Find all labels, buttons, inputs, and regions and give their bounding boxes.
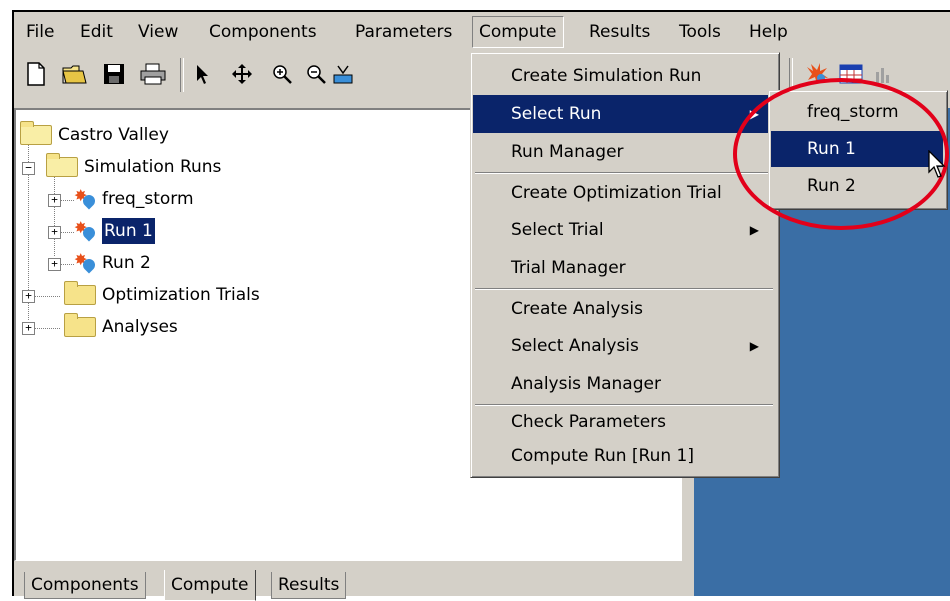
tree-run-label-selected: Run 1 xyxy=(102,218,155,244)
folder-open-icon xyxy=(46,153,78,177)
compute-dropdown-menu: Create Simulation Run Select Run ▶ Run Ma… xyxy=(470,52,780,478)
menu-file[interactable]: File xyxy=(20,19,60,45)
menu-item-label: Select Trial xyxy=(511,220,604,240)
tree-simulation-runs-label: Simulation Runs xyxy=(84,157,222,177)
toolbar-separator xyxy=(180,58,184,92)
menu-item-compute-run[interactable]: Compute Run [Run 1] xyxy=(473,437,775,475)
menu-item-check-parameters[interactable]: Check Parameters xyxy=(473,403,775,441)
save-icon[interactable] xyxy=(100,60,128,88)
expand-icon[interactable]: + xyxy=(48,226,61,239)
tree-optimization-trials[interactable]: Optimization Trials xyxy=(64,281,260,308)
tree-analyses[interactable]: Analyses xyxy=(64,313,178,340)
tree-run-label: freq_storm xyxy=(102,189,194,209)
tree-run-label: Run 2 xyxy=(102,253,151,273)
tab-components[interactable]: Components xyxy=(24,572,146,599)
menu-item-select-trial[interactable]: Select Trial ▶ xyxy=(473,211,775,249)
highlight-circle-annotation xyxy=(733,78,949,230)
menu-compute[interactable]: Compute xyxy=(472,16,564,48)
toolbar xyxy=(14,52,476,96)
menu-view[interactable]: View xyxy=(132,19,184,45)
menu-item-label: Create Analysis xyxy=(511,299,643,319)
submenu-arrow-icon: ▶ xyxy=(749,339,759,353)
menu-item-label: Create Simulation Run xyxy=(511,66,702,86)
menu-item-select-analysis[interactable]: Select Analysis ▶ xyxy=(473,327,775,365)
expand-icon[interactable]: + xyxy=(48,194,61,207)
menu-item-create-analysis[interactable]: Create Analysis xyxy=(473,290,775,328)
folder-closed-icon xyxy=(64,313,96,337)
menu-edit[interactable]: Edit xyxy=(74,19,119,45)
menu-components[interactable]: Components xyxy=(203,19,323,45)
new-file-icon[interactable] xyxy=(22,60,50,88)
menu-item-select-run[interactable]: Select Run ▶ xyxy=(473,95,775,133)
expand-icon[interactable]: + xyxy=(22,322,35,335)
tree-optimization-trials-label: Optimization Trials xyxy=(102,285,260,305)
menu-item-label: Run Manager xyxy=(511,142,624,162)
folder-closed-icon xyxy=(64,281,96,305)
expand-icon[interactable]: + xyxy=(22,290,35,303)
pan-move-icon[interactable] xyxy=(228,60,256,88)
tree-simulation-runs[interactable]: Simulation Runs xyxy=(46,153,222,180)
menu-item-create-simulation-run[interactable]: Create Simulation Run xyxy=(473,57,775,95)
tree-run-run-1[interactable]: ✸ Run 1 xyxy=(74,218,155,244)
submenu-arrow-icon: ▶ xyxy=(749,223,759,237)
menu-item-label: Select Analysis xyxy=(511,336,639,356)
menu-parameters[interactable]: Parameters xyxy=(349,19,458,45)
menu-item-label: Trial Manager xyxy=(511,258,626,278)
tab-results[interactable]: Results xyxy=(271,572,347,599)
menu-item-trial-manager[interactable]: Trial Manager xyxy=(473,249,775,287)
simulation-run-icon: ✸ xyxy=(74,252,98,274)
expand-icon[interactable]: + xyxy=(48,258,61,271)
menu-item-analysis-manager[interactable]: Analysis Manager xyxy=(473,365,775,403)
menu-help[interactable]: Help xyxy=(743,19,794,45)
menu-item-label: Select Run xyxy=(511,104,602,124)
mouse-cursor-icon xyxy=(928,149,948,185)
menu-results[interactable]: Results xyxy=(583,19,656,45)
zoom-in-icon[interactable] xyxy=(268,60,296,88)
tree-root-castro-valley[interactable]: Castro Valley xyxy=(20,121,169,148)
simulation-run-icon: ✸ xyxy=(74,220,98,242)
collapse-icon[interactable]: − xyxy=(22,162,35,175)
menu-item-label: Create Optimization Trial xyxy=(511,183,722,203)
tree-root-label: Castro Valley xyxy=(58,125,169,145)
pointer-arrow-icon[interactable] xyxy=(188,60,216,88)
menu-item-label: Compute Run [Run 1] xyxy=(511,446,695,466)
open-folder-icon[interactable] xyxy=(61,60,89,88)
tab-compute[interactable]: Compute xyxy=(164,570,256,601)
tree-run-run-2[interactable]: ✸ Run 2 xyxy=(74,250,151,276)
menu-item-create-optimization-trial[interactable]: Create Optimization Trial xyxy=(473,174,775,212)
menu-item-label: Check Parameters xyxy=(511,412,667,432)
folder-open-icon xyxy=(20,121,52,145)
simulation-run-icon: ✸ xyxy=(74,188,98,210)
zoom-out-icon[interactable] xyxy=(302,60,330,88)
tree-analyses-label: Analyses xyxy=(102,317,178,337)
menu-item-label: Analysis Manager xyxy=(511,374,661,394)
print-icon[interactable] xyxy=(139,60,167,88)
tree-run-freq-storm[interactable]: ✸ freq_storm xyxy=(74,186,194,212)
menu-tools[interactable]: Tools xyxy=(673,19,727,45)
menu-bar: File Edit View Components Parameters Com… xyxy=(14,12,950,52)
menu-item-run-manager[interactable]: Run Manager xyxy=(473,133,775,171)
compute-icon[interactable] xyxy=(332,60,360,88)
